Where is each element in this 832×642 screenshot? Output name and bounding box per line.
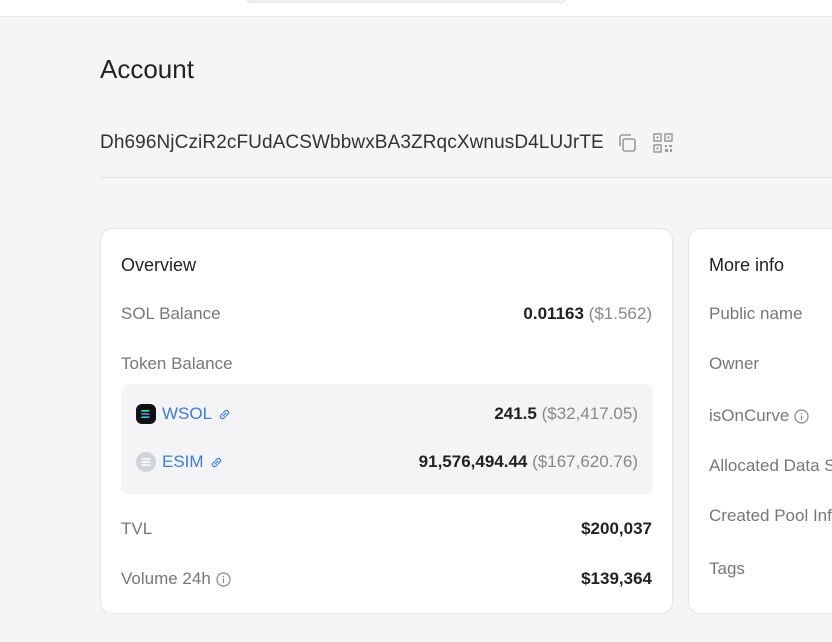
header-divider [100, 177, 832, 178]
tvl-amount: $200,037 [581, 519, 652, 538]
token-logo-icon [136, 452, 156, 472]
volume-label-wrap: Volume 24h [121, 569, 231, 589]
token-symbol: ESIM [162, 452, 204, 471]
token-amount: 241.5 [494, 404, 537, 423]
more-info-title: More info [709, 255, 785, 275]
token-link-wsol[interactable]: WSOL [136, 404, 231, 424]
tvl-value: $200,037 [581, 519, 652, 539]
token-value-esim: 91,576,494.44 ($167,620.76) [419, 452, 638, 472]
tags-label: Tags [709, 559, 745, 578]
search-input[interactable] [246, 0, 566, 3]
top-bar [0, 0, 832, 17]
tvl-row: TVL $200,037 [121, 517, 652, 541]
account-address: Dh696NjCziR2cFUdACSWbbwxBA3ZRqcXwnusD4LU… [100, 132, 604, 153]
sol-balance-value: 0.01163 ($1.562) [523, 304, 652, 324]
link-icon [211, 457, 221, 467]
account-address-row: Dh696NjCziR2cFUdACSWbbwxBA3ZRqcXwnusD4LU… [100, 128, 676, 158]
qr-code-icon[interactable] [650, 130, 676, 156]
overview-title: Overview [121, 255, 197, 275]
token-amount: 91,576,494.44 [418, 452, 528, 471]
volume-amount: $139,364 [581, 569, 652, 588]
token-usd: ($167,620.76) [532, 452, 638, 471]
token-balance-row: Token Balance [121, 352, 652, 376]
token-link-esim[interactable]: ESIM [136, 452, 223, 472]
owner-row: Owner [709, 352, 759, 376]
volume-row: Volume 24h $139,364 [121, 567, 652, 591]
page-title: Account [100, 54, 194, 84]
solana-logo-icon [136, 404, 156, 424]
overview-card: Overview SOL Balance 0.01163 ($1.562) To… [100, 228, 673, 614]
is-on-curve-label: isOnCurve [709, 406, 790, 425]
token-usd: ($32,417.05) [541, 404, 638, 423]
created-pool-row: Created Pool Inf [709, 504, 832, 528]
is-on-curve-label-wrap: isOnCurve [709, 406, 809, 426]
token-row-wsol: WSOL 241.5 ($32,417.05) [136, 402, 638, 426]
tvl-label: TVL [121, 519, 153, 538]
sol-balance-row: SOL Balance 0.01163 ($1.562) [121, 302, 652, 326]
allocated-data-row: Allocated Data S [709, 454, 832, 478]
sol-balance-amount: 0.01163 [523, 304, 584, 323]
token-row-esim: ESIM 91,576,494.44 ($167,620.76) [136, 450, 638, 474]
link-icon [219, 409, 230, 419]
copy-icon[interactable] [614, 130, 640, 156]
owner-label: Owner [709, 354, 760, 373]
created-pool-label: Created Pool Inf [709, 506, 832, 525]
volume-label: Volume 24h [121, 569, 211, 588]
sol-balance-usd: ($1.562) [588, 304, 652, 323]
info-icon[interactable] [216, 571, 231, 587]
is-on-curve-row: isOnCurve [709, 404, 809, 428]
token-list: WSOL 241.5 ($32,417.05) ESIM 91,576,494.… [121, 384, 653, 494]
volume-value: $139,364 [581, 569, 652, 589]
token-symbol: WSOL [162, 404, 213, 423]
public-name-row: Public name [709, 302, 803, 326]
public-name-label: Public name [709, 304, 803, 323]
sol-balance-label: SOL Balance [121, 304, 221, 323]
token-balance-label: Token Balance [121, 354, 233, 373]
info-icon[interactable] [794, 408, 809, 424]
allocated-data-label: Allocated Data S [709, 456, 832, 475]
token-value-wsol: 241.5 ($32,417.05) [494, 404, 638, 424]
more-info-card: More info Public name Owner isOnCurve Al… [688, 228, 832, 614]
tags-row: Tags [709, 557, 745, 581]
